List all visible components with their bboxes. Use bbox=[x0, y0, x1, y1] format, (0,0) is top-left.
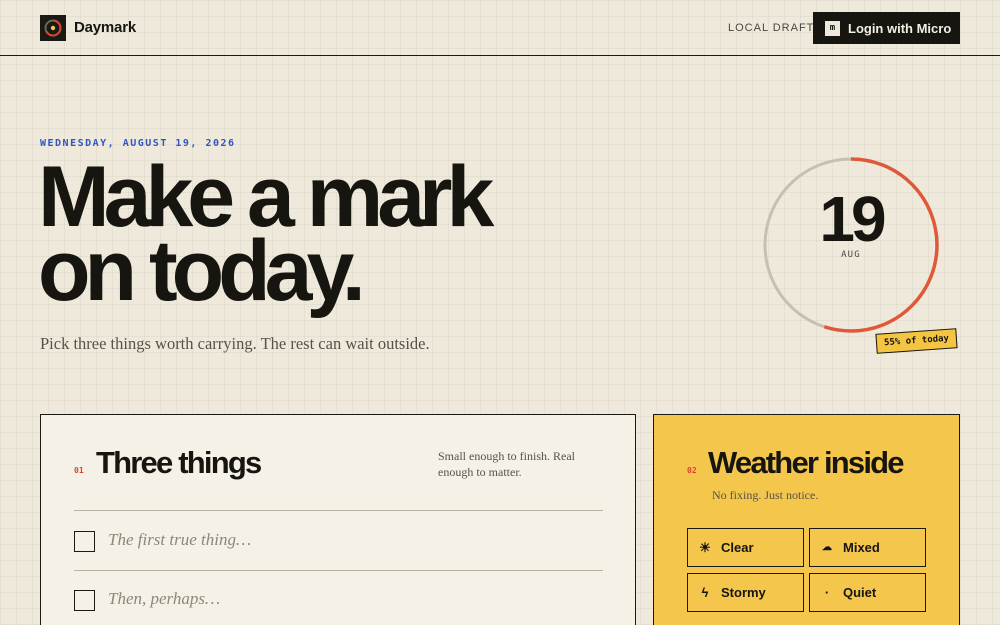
task-1-input[interactable] bbox=[108, 527, 578, 553]
weather-quiet-button[interactable]: · Quiet bbox=[809, 573, 926, 612]
day-progress-badge: 55% of today bbox=[875, 328, 958, 354]
daymark-logo-icon[interactable] bbox=[40, 15, 66, 41]
divider bbox=[74, 510, 603, 511]
weather-mixed-button[interactable]: ☁ Mixed bbox=[809, 528, 926, 567]
login-with-micro-button[interactable]: m Login with Micro bbox=[813, 12, 960, 44]
task-1-checkbox[interactable] bbox=[74, 531, 95, 552]
sun-icon: ☀ bbox=[699, 539, 711, 555]
task-2-checkbox[interactable] bbox=[74, 590, 95, 611]
dial-month: AUG bbox=[841, 250, 861, 260]
dot-icon: · bbox=[824, 585, 830, 600]
weather-option-label: Stormy bbox=[721, 585, 766, 600]
weather-inside-card: 02 Weather inside No fixing. Just notice… bbox=[653, 414, 960, 625]
lightning-icon: ϟ bbox=[701, 585, 709, 600]
weather-clear-button[interactable]: ☀ Clear bbox=[687, 528, 804, 567]
headline-line-2: on today. bbox=[38, 223, 366, 319]
weather-inside-subtitle: No fixing. Just notice. bbox=[712, 488, 819, 502]
tagline: Pick three things worth carrying. The re… bbox=[40, 334, 430, 353]
weather-option-label: Mixed bbox=[843, 540, 880, 555]
brand-name[interactable]: Daymark bbox=[74, 19, 136, 36]
micro-icon: m bbox=[825, 20, 840, 36]
weather-option-label: Quiet bbox=[843, 585, 877, 600]
top-bar: Daymark LOCAL DRAFT m Login with Micro bbox=[0, 0, 1000, 56]
dial-day-number: 19 bbox=[819, 183, 886, 255]
login-button-label: Login with Micro bbox=[848, 20, 952, 36]
task-2-input[interactable] bbox=[108, 586, 578, 612]
divider bbox=[74, 570, 603, 571]
day-progress-dial: 19 AUG bbox=[762, 156, 940, 334]
weather-inside-title: Weather inside bbox=[708, 445, 905, 480]
three-things-title: Three things bbox=[96, 445, 262, 480]
section-number: 02 bbox=[687, 466, 697, 475]
current-date: WEDNESDAY, AUGUST 19, 2026 bbox=[40, 138, 236, 149]
page-headline: Make a mark on today. bbox=[38, 154, 494, 319]
draft-status-label: LOCAL DRAFT bbox=[728, 22, 815, 34]
section-number: 01 bbox=[74, 466, 84, 475]
weather-option-label: Clear bbox=[721, 540, 754, 555]
three-things-subtitle: Small enough to finish. Real enough to m… bbox=[438, 449, 575, 479]
three-things-card: 01 Three things Small enough to finish. … bbox=[40, 414, 636, 625]
weather-stormy-button[interactable]: ϟ Stormy bbox=[687, 573, 804, 612]
cloud-icon: ☁ bbox=[822, 542, 832, 553]
